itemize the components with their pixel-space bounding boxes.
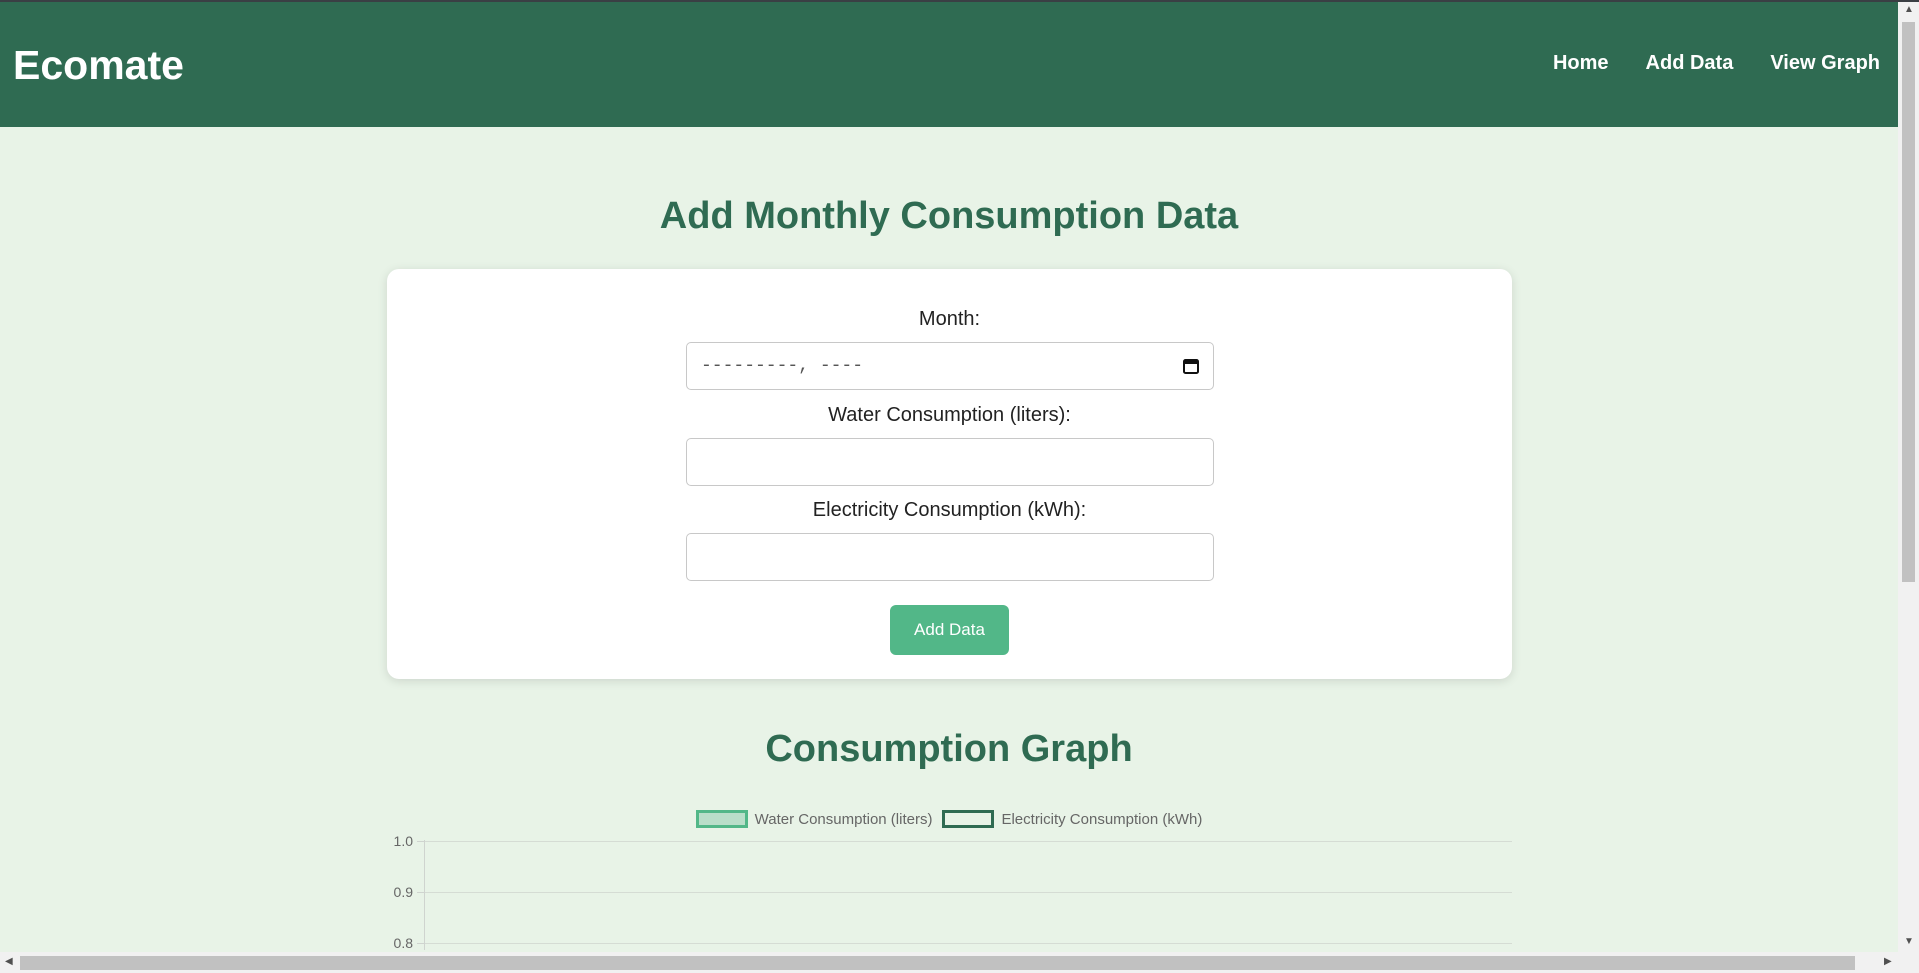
- y-tick-label: 0.8: [393, 935, 413, 951]
- electricity-input[interactable]: [686, 533, 1214, 581]
- calendar-icon[interactable]: [1183, 358, 1199, 374]
- y-tick: [417, 892, 424, 893]
- main-nav: Home Add Data View Graph: [1553, 52, 1880, 75]
- legend-item-electricity[interactable]: Electricity Consumption (kWh): [942, 810, 1202, 828]
- electricity-label: Electricity Consumption (kWh):: [812, 499, 1087, 521]
- y-tick-label: 1.0: [393, 833, 413, 849]
- gridline: [424, 841, 1512, 842]
- brand-logo[interactable]: Ecomate: [13, 42, 184, 89]
- app-header: Ecomate Home Add Data View Graph: [0, 2, 1898, 127]
- y-tick: [417, 943, 424, 944]
- month-input[interactable]: ---------, ----: [686, 342, 1214, 390]
- legend-item-water[interactable]: Water Consumption (liters): [695, 810, 933, 828]
- month-label: Month:: [918, 308, 981, 330]
- nav-home[interactable]: Home: [1553, 52, 1609, 75]
- add-data-button[interactable]: Add Data: [890, 605, 1009, 655]
- month-input-value: ---------, ----: [701, 356, 864, 376]
- scroll-left-icon[interactable]: ◀: [5, 956, 13, 967]
- legend-label-electricity: Electricity Consumption (kWh): [1001, 810, 1203, 828]
- gridline: [424, 892, 1512, 893]
- legend-label-water: Water Consumption (liters): [754, 810, 933, 828]
- chart-legend: Water Consumption (liters) Electricity C…: [0, 810, 1898, 828]
- nav-view-graph[interactable]: View Graph: [1770, 52, 1880, 75]
- y-axis-line: [424, 840, 425, 950]
- graph-title: Consumption Graph: [765, 728, 1133, 770]
- scroll-right-icon[interactable]: ▶: [1884, 956, 1892, 967]
- vertical-scrollbar-thumb[interactable]: [1902, 22, 1915, 582]
- legend-swatch-electricity: [942, 810, 995, 828]
- y-tick: [417, 841, 424, 842]
- consumption-form: Month: ---------, ---- Water Consumption…: [387, 269, 1512, 679]
- water-input[interactable]: [686, 438, 1214, 486]
- page-title: Add Monthly Consumption Data: [659, 195, 1239, 237]
- legend-swatch-water: [695, 810, 748, 828]
- horizontal-scrollbar-thumb[interactable]: [20, 956, 1855, 970]
- gridline: [424, 943, 1512, 944]
- scroll-up-icon[interactable]: ▲: [1904, 4, 1914, 15]
- y-tick-label: 0.9: [393, 884, 413, 900]
- scroll-down-icon[interactable]: ▼: [1904, 936, 1914, 947]
- water-label: Water Consumption (liters):: [828, 404, 1071, 426]
- nav-add-data[interactable]: Add Data: [1646, 52, 1734, 75]
